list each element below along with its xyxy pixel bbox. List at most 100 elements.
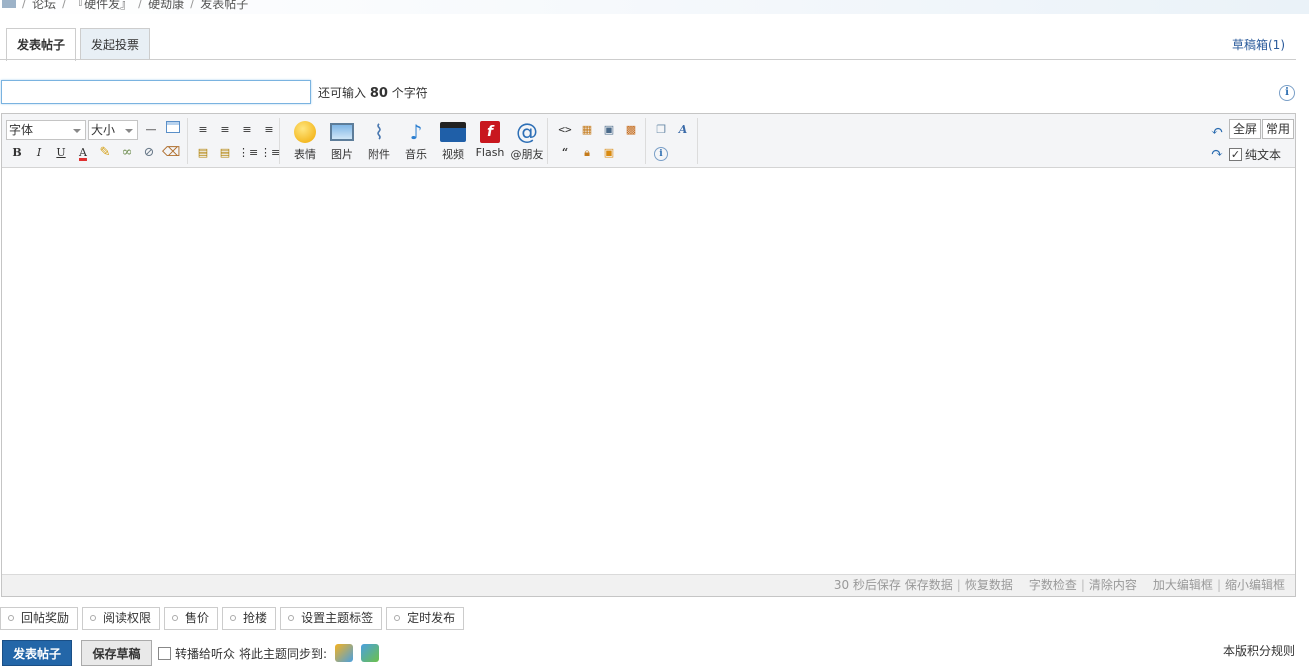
font-style-icon[interactable]: A [674, 121, 692, 139]
info-icon[interactable]: i [1279, 85, 1295, 101]
word-check-link[interactable]: 字数检查 [1029, 575, 1077, 596]
redo-icon[interactable]: ↷ [1208, 144, 1226, 162]
option-price[interactable]: 售价 [164, 607, 219, 630]
qzone-sync-icon[interactable] [361, 644, 380, 662]
highlight-icon[interactable]: ✎ [96, 144, 114, 162]
submit-post-button[interactable]: 发表帖子 [2, 640, 72, 666]
info-icon[interactable]: i [652, 144, 670, 162]
editor-content-area[interactable] [2, 168, 1295, 575]
music-button[interactable]: ♪ 音乐 [398, 120, 434, 162]
tab-new-post[interactable]: 发表帖子 [6, 28, 77, 61]
common-button[interactable]: 常用 [1262, 119, 1295, 139]
option-read-permission[interactable]: 阅读权限 [82, 607, 161, 630]
hide-content-icon[interactable]: ▦ [578, 121, 596, 139]
video-button[interactable]: 视频 [435, 120, 471, 162]
music-label: 音乐 [405, 148, 427, 161]
toolbar-group-align: ≡ ≡ ≡ ≡ ▤ ▤ ⋮≡ ⋮≡ [188, 118, 280, 164]
align-justify-icon[interactable]: ≡ [260, 121, 278, 139]
ordered-list-icon[interactable]: ⋮≡ [238, 144, 258, 162]
post-options: 回帖奖励 阅读权限 售价 抢楼 设置主题标签 定时发布 [0, 607, 465, 630]
float-left-icon[interactable]: ▤ [194, 144, 212, 162]
code-icon[interactable]: <> [556, 121, 574, 139]
link-icon[interactable]: ∞ [118, 144, 136, 162]
align-center-icon[interactable]: ≡ [216, 121, 234, 139]
toolbar-group-misc: ❐ A i [646, 118, 698, 164]
home-icon[interactable] [2, 0, 16, 8]
free-content-icon[interactable]: ▣ [600, 144, 618, 162]
toolbar-group-insert: 表情 图片 ⌇ 附件 ♪ 音乐 视频 f Flash @ @朋友 [280, 118, 548, 164]
post-type-tabs: 发表帖子 发起投票 [6, 28, 151, 61]
bold-icon[interactable]: B [8, 144, 26, 162]
plain-text-checkbox[interactable]: ✓ [1229, 148, 1242, 161]
paperclip-icon: ⌇ [374, 120, 384, 144]
underline-icon[interactable]: U [52, 144, 70, 162]
image-icon [329, 120, 355, 144]
enlarge-editor-link[interactable]: 加大编辑框 [1153, 575, 1213, 596]
image-label: 图片 [331, 148, 353, 161]
option-topic-tags[interactable]: 设置主题标签 [280, 607, 383, 630]
image-button[interactable]: 图片 [324, 120, 360, 162]
smiley-icon [292, 120, 318, 144]
flash-button[interactable]: f Flash [472, 120, 508, 159]
clear-content-link[interactable]: 清除内容 [1089, 575, 1137, 596]
clear-format-icon[interactable]: ⌫ [162, 144, 180, 162]
breadcrumb-separator: / [190, 0, 195, 10]
weibo-sync-icon[interactable] [335, 644, 354, 662]
char-count-suffix: 个字符 [391, 86, 428, 100]
breadcrumb-separator: / [138, 0, 143, 10]
char-count-hint: 还可输入 80 个字符 [318, 84, 428, 101]
page-break-icon[interactable]: ▣ [600, 121, 618, 139]
lock-icon[interactable]: 🔒︎ [578, 144, 596, 162]
emoticon-button[interactable]: 表情 [287, 120, 323, 162]
breadcrumb-item[interactable]: 硬劫康 [148, 0, 184, 12]
subject-input[interactable] [1, 80, 311, 104]
restore-data-link[interactable]: 恢复数据 [965, 575, 1013, 596]
broadcast-checkbox[interactable] [158, 646, 171, 660]
char-count-value: 80 [369, 86, 388, 101]
save-data-link[interactable]: 保存数据 [905, 575, 953, 596]
autosave-text: 30 秒后保存 [833, 578, 901, 592]
font-family-select[interactable]: 字体 [6, 120, 86, 140]
unlink-icon[interactable]: ⊘ [140, 144, 158, 162]
option-reply-reward[interactable]: 回帖奖励 [0, 607, 79, 630]
credit-rules-link[interactable]: 本版积分规则 [1223, 642, 1295, 659]
tab-new-poll[interactable]: 发起投票 [80, 28, 151, 60]
post-editor: 字体 大小 — B I U A ✎ ∞ ⊘ ⌫ ≡ ≡ ≡ ≡ ▤ ▤ ⋮≡ ⋮… [1, 113, 1296, 597]
option-floor-grab[interactable]: 抢楼 [222, 607, 277, 630]
mention-button[interactable]: @ @朋友 [509, 120, 545, 162]
option-scheduled-publish[interactable]: 定时发布 [386, 607, 465, 630]
save-draft-button[interactable]: 保存草稿 [81, 640, 152, 666]
fullscreen-button[interactable]: 全屏 [1229, 119, 1262, 139]
breadcrumb: / 论坛 / 『硬件发』 / 硬劫康 / 发表帖子 [0, 0, 1309, 14]
breadcrumb-item[interactable]: 『硬件发』 [72, 0, 132, 12]
undo-icon[interactable]: ↶ [1208, 122, 1226, 140]
shrink-editor-link[interactable]: 缩小编辑框 [1225, 575, 1285, 596]
align-right-icon[interactable]: ≡ [238, 121, 256, 139]
char-count-prefix: 还可输入 [318, 86, 367, 100]
italic-icon[interactable]: I [30, 144, 48, 162]
broadcast-label: 转播给听众 [175, 646, 236, 661]
at-icon: @ [516, 119, 538, 145]
drafts-link[interactable]: 草稿箱(1) [1232, 36, 1285, 53]
unordered-list-icon[interactable]: ⋮≡ [260, 144, 280, 162]
toolbar-group-format: 字体 大小 — B I U A ✎ ∞ ⊘ ⌫ [2, 118, 188, 164]
paste-word-icon[interactable]: ❐ [652, 121, 670, 139]
table-icon[interactable] [164, 121, 182, 139]
editor-toolbar: 字体 大小 — B I U A ✎ ∞ ⊘ ⌫ ≡ ≡ ≡ ≡ ▤ ▤ ⋮≡ ⋮… [2, 114, 1295, 168]
font-size-select[interactable]: 大小 [88, 120, 138, 140]
emoticon-label: 表情 [294, 148, 316, 161]
plain-text-toggle[interactable]: ✓ 纯文本 [1229, 146, 1281, 163]
clapperboard-icon [440, 120, 466, 144]
attachment-button[interactable]: ⌇ 附件 [361, 120, 397, 162]
float-right-icon[interactable]: ▤ [216, 144, 234, 162]
breadcrumb-item: 发表帖子 [200, 0, 249, 11]
breadcrumb-item[interactable]: 论坛 [32, 0, 56, 12]
font-color-icon[interactable]: A [74, 144, 92, 162]
mention-label: @朋友 [510, 148, 544, 161]
insert-post-icon[interactable]: ▩ [622, 121, 640, 139]
flash-icon: f [477, 120, 503, 144]
align-left-icon[interactable]: ≡ [194, 121, 212, 139]
sync-label: 将此主题同步到: [239, 646, 328, 661]
quote-icon[interactable]: “ [556, 144, 574, 162]
horizontal-rule-icon[interactable]: — [142, 121, 160, 139]
